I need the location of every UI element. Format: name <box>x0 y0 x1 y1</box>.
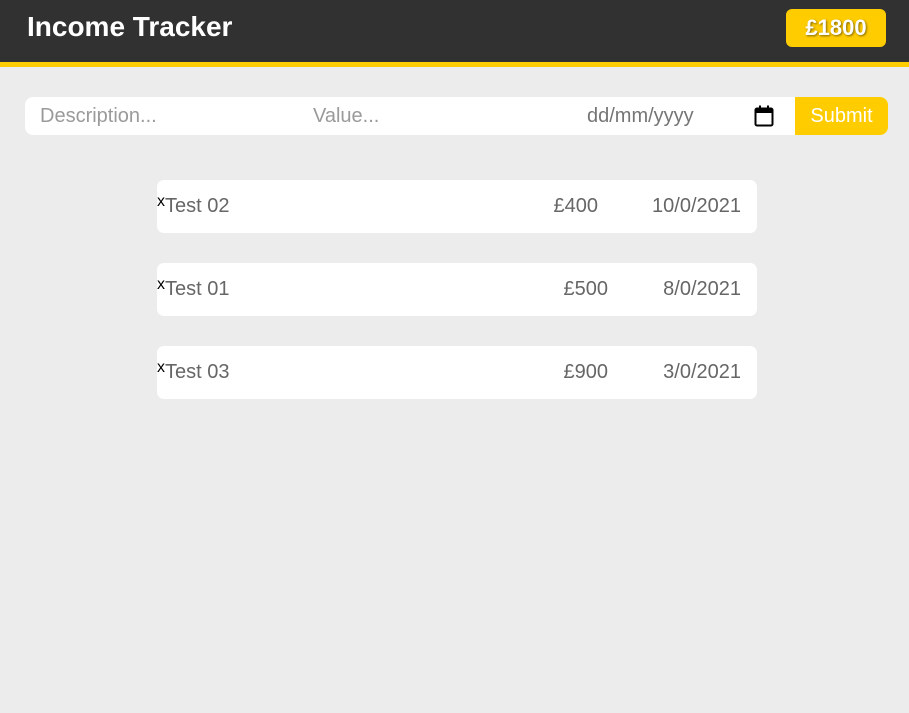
income-amount: £500 <box>563 278 609 300</box>
app-title: Income Tracker <box>27 11 233 42</box>
income-item: x Test 02 £400 10/0/2021 <box>157 180 757 233</box>
submit-button[interactable]: Submit <box>795 97 888 135</box>
date-input[interactable]: dd/mm/yyyy <box>587 97 694 135</box>
income-description: Test 03 <box>165 361 230 383</box>
delete-item-button[interactable]: x <box>157 360 165 376</box>
income-description: Test 01 <box>165 278 230 300</box>
income-amount: £900 <box>563 361 609 383</box>
income-date: 10/0/2021 <box>652 195 741 217</box>
calendar-icon[interactable] <box>754 105 774 127</box>
income-amount: £400 <box>553 195 599 217</box>
income-item: x Test 03 £900 3/0/2021 <box>157 346 757 399</box>
income-description: Test 02 <box>165 195 230 217</box>
income-form: Description... Value... dd/mm/yyyy Submi… <box>25 97 888 135</box>
description-input[interactable]: Description... <box>40 97 157 135</box>
value-input[interactable]: Value... <box>313 97 379 135</box>
total-income-badge: £1800 <box>786 9 886 47</box>
delete-item-button[interactable]: x <box>157 277 165 293</box>
income-date: 8/0/2021 <box>663 278 741 300</box>
delete-item-button[interactable]: x <box>157 194 165 210</box>
income-item: x Test 01 £500 8/0/2021 <box>157 263 757 316</box>
income-date: 3/0/2021 <box>663 361 741 383</box>
app-header: Income Tracker £1800 <box>0 0 909 67</box>
income-list: x Test 02 £400 10/0/2021 x Test 01 £500 … <box>157 180 757 429</box>
